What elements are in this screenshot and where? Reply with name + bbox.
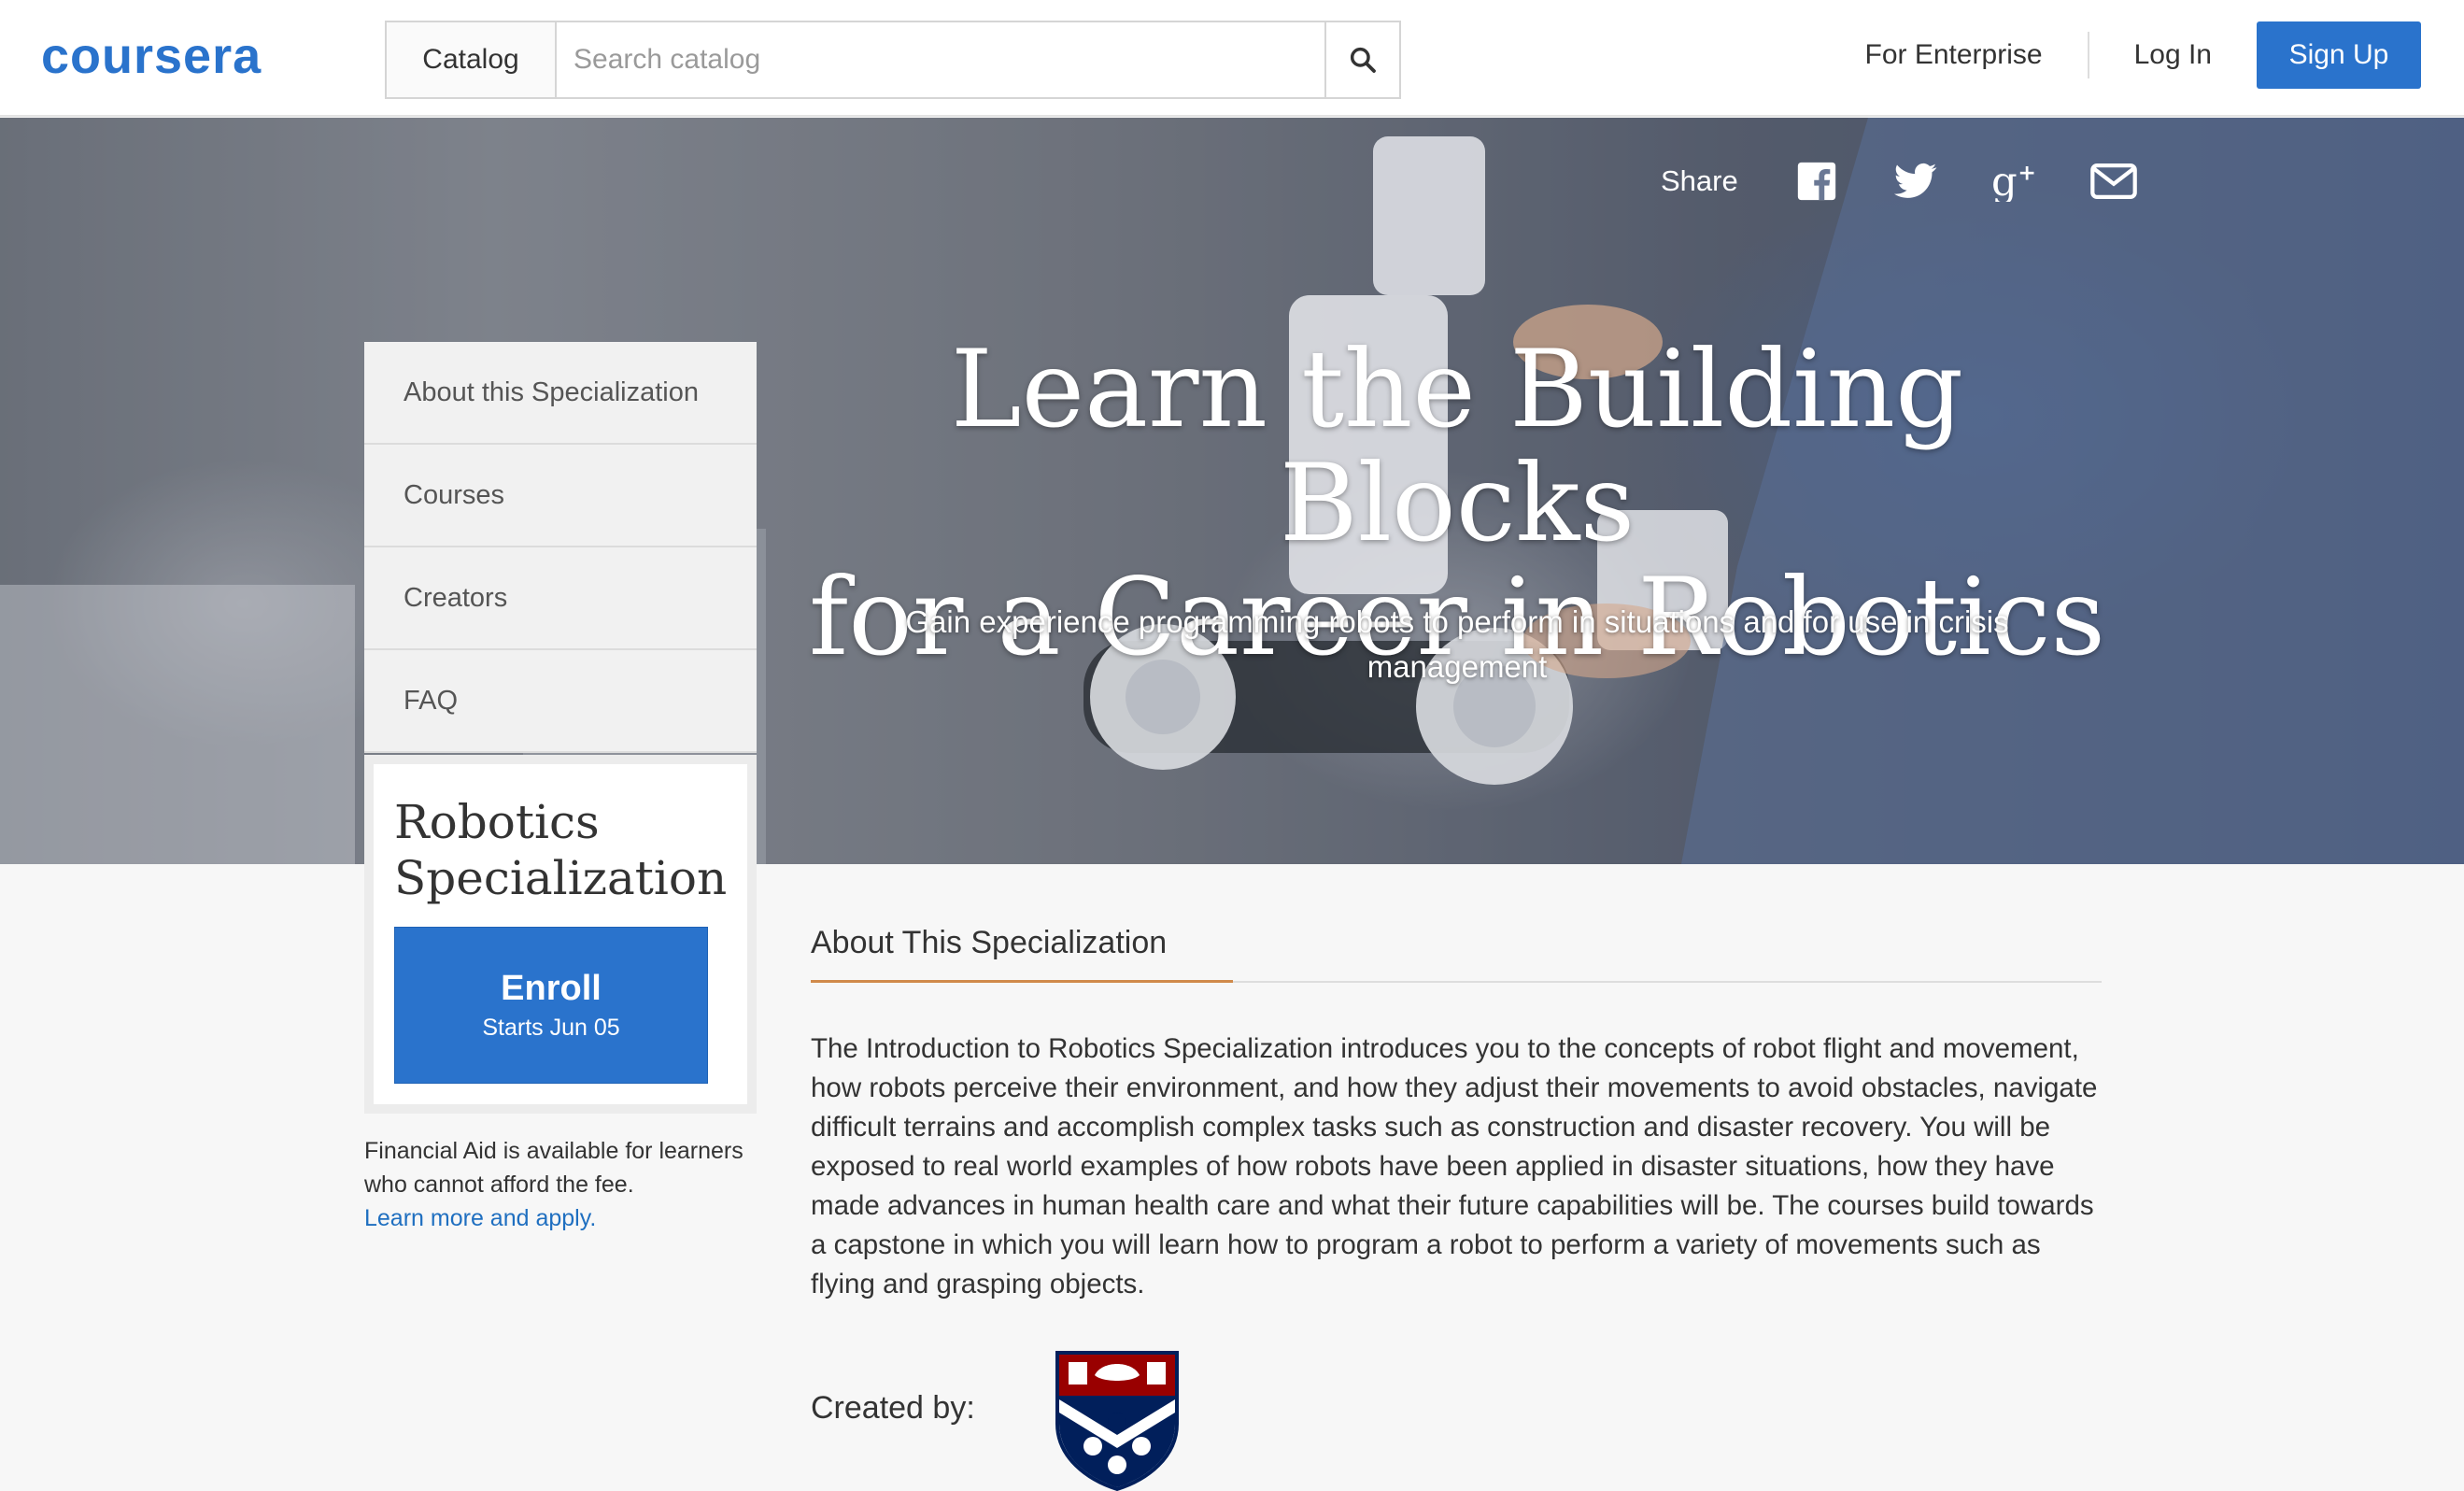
financial-aid-note: Financial Aid is available for learners … <box>364 1134 757 1235</box>
share-bar: Share g + <box>1661 153 2188 209</box>
sign-up-button[interactable]: Sign Up <box>2257 21 2421 89</box>
search-button[interactable] <box>1324 22 1399 97</box>
specialization-name-line-1: Robotics <box>394 795 600 849</box>
twitter-icon[interactable] <box>1891 157 1940 206</box>
top-header: coursera Catalog For Enterprise Log In S… <box>0 0 2464 117</box>
side-nav-about[interactable]: About this Specialization <box>364 342 757 445</box>
share-label: Share <box>1661 164 1738 197</box>
hero-title-line-1: Learn the Building Blocks <box>950 327 1964 565</box>
side-nav-courses[interactable]: Courses <box>364 445 757 547</box>
nav-divider <box>2087 32 2089 78</box>
log-in-link[interactable]: Log In <box>2134 39 2212 71</box>
learn-more-link[interactable]: Learn more and apply. <box>364 1205 596 1231</box>
specialization-name-line-2: Specialization <box>394 851 728 905</box>
enroll-button[interactable]: Enroll Starts Jun 05 <box>394 927 708 1084</box>
email-icon[interactable] <box>2089 157 2138 206</box>
catalog-search: Catalog <box>385 21 1401 99</box>
catalog-button[interactable]: Catalog <box>387 22 557 97</box>
facebook-icon[interactable] <box>1792 157 1841 206</box>
header-nav: For Enterprise Log In Sign Up <box>1865 21 2421 90</box>
start-date: Starts Jun 05 <box>482 1015 620 1041</box>
specialization-side-nav: About this Specialization Courses Creato… <box>364 342 757 753</box>
search-icon <box>1350 47 1376 73</box>
specialization-name: Robotics Specialization <box>394 794 749 906</box>
about-divider-accent <box>811 980 1233 983</box>
coursera-logo[interactable]: coursera <box>41 28 262 84</box>
svg-text:+: + <box>2018 161 2036 185</box>
created-by-label: Created by: <box>811 1390 975 1426</box>
about-heading: About This Specialization <box>811 925 1168 960</box>
university-of-pennsylvania-logo[interactable] <box>1054 1349 1181 1491</box>
about-description: The Introduction to Robotics Specializat… <box>811 1033 2098 1299</box>
search-input[interactable] <box>557 22 1324 97</box>
hero-subtitle: Gain experience programming robots to pe… <box>905 604 2009 684</box>
svg-text:g: g <box>1991 161 2018 202</box>
side-nav-creators[interactable]: Creators <box>364 547 757 650</box>
side-nav-faq[interactable]: FAQ <box>364 650 757 753</box>
financial-aid-text: Financial Aid is available for learners … <box>364 1138 743 1198</box>
enroll-label: Enroll <box>501 969 602 1008</box>
enroll-card: Robotics Specialization Enroll Starts Ju… <box>364 755 757 1114</box>
google-plus-icon[interactable]: g + <box>1990 157 2039 206</box>
for-enterprise-link[interactable]: For Enterprise <box>1865 39 2043 71</box>
